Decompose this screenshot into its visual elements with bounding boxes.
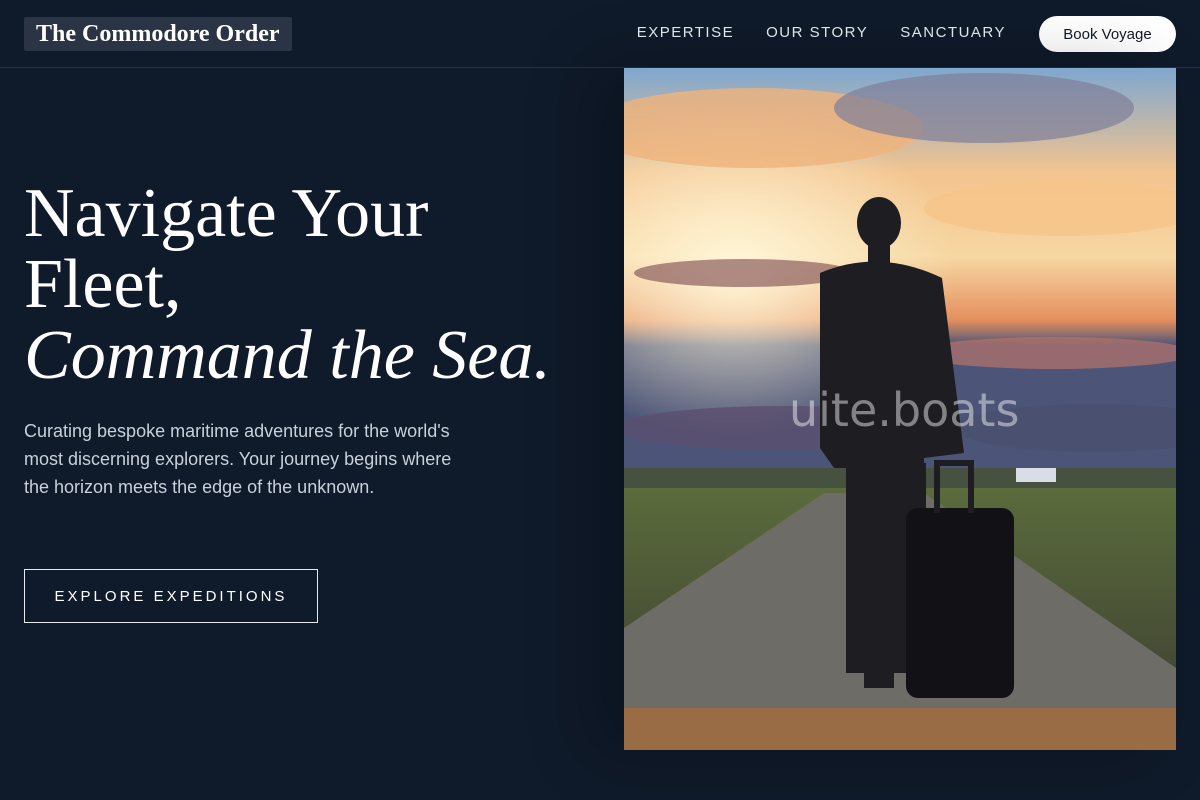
- hero-description: Curating bespoke maritime adventures for…: [24, 421, 452, 497]
- brand-logo[interactable]: The Commodore Order: [24, 17, 292, 51]
- hero-image: uite.boats: [624, 68, 1176, 750]
- headline-line-2: Command the Sea.: [24, 317, 551, 394]
- headline-line-1: Navigate Your Fleet,: [24, 175, 429, 323]
- book-voyage-button[interactable]: Book Voyage: [1039, 16, 1176, 52]
- nav-links: EXPERTISE OUR STORY SANCTUARY: [605, 24, 1006, 41]
- hero-headline: Navigate Your Fleet, Command the Sea.: [24, 178, 584, 391]
- nav-link-our-story[interactable]: OUR STORY: [766, 24, 868, 41]
- image-watermark: uite.boats: [789, 383, 1020, 437]
- nav-link-sanctuary[interactable]: SANCTUARY: [900, 24, 1006, 41]
- explore-expeditions-button[interactable]: EXPLORE EXPEDITIONS: [24, 569, 318, 623]
- nav-link-expertise[interactable]: EXPERTISE: [637, 24, 734, 41]
- top-navigation: The Commodore Order EXPERTISE OUR STORY …: [0, 0, 1200, 68]
